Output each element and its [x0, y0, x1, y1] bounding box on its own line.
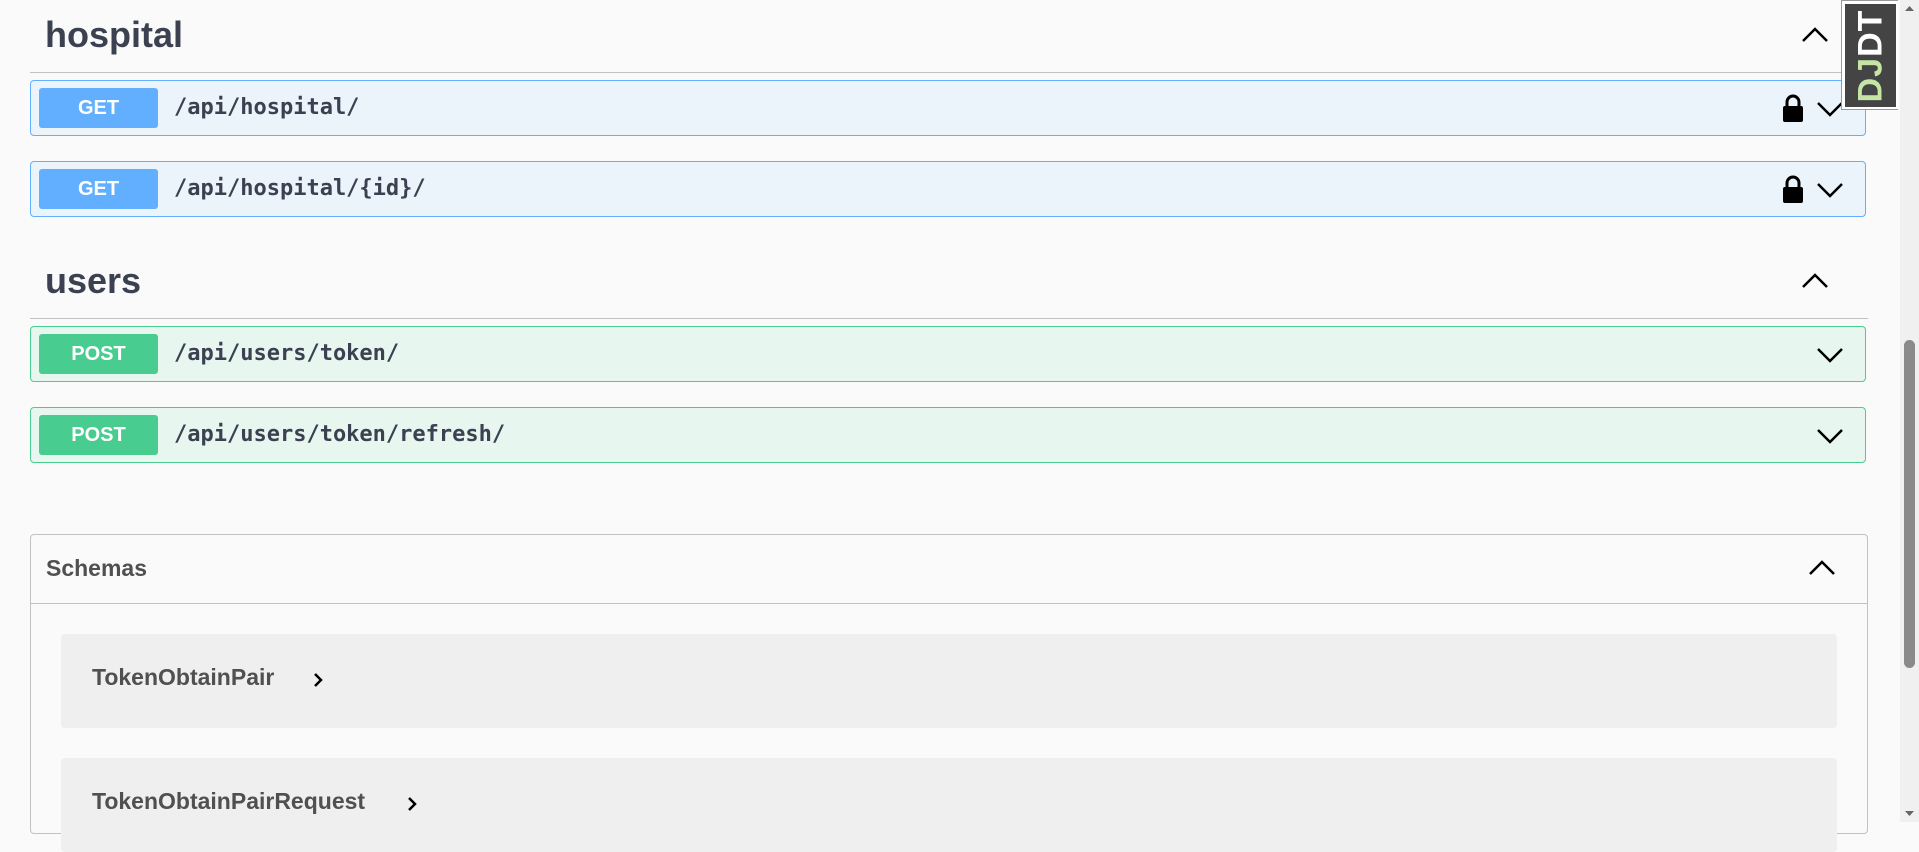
vertical-scrollbar[interactable]	[1900, 0, 1919, 822]
swagger-page: hospital GET /api/hospital/ GET /api/hos…	[0, 0, 1900, 852]
lock-icon[interactable]	[1781, 174, 1805, 204]
chevron-up-icon[interactable]	[1807, 557, 1837, 577]
operation-path: /api/hospital/	[174, 95, 360, 120]
schema-model-name: TokenObtainPairRequest	[92, 788, 366, 814]
operation-get-hospital-detail[interactable]: GET /api/hospital/{id}/	[30, 161, 1866, 217]
scroll-up-arrow-icon[interactable]	[1900, 0, 1919, 17]
chevron-up-icon[interactable]	[1800, 24, 1830, 44]
schemas-header[interactable]: Schemas	[31, 535, 1867, 604]
chevron-down-icon[interactable]	[1815, 425, 1845, 445]
tag-section-users: users POST /api/users/token/ POST /api/u…	[30, 246, 1868, 463]
chevron-down-icon[interactable]	[1815, 179, 1845, 199]
schema-model[interactable]: TokenObtainPairRequest	[61, 758, 1837, 852]
schema-model-name: TokenObtainPair	[92, 664, 275, 690]
method-badge: POST	[39, 415, 158, 455]
operation-path: /api/hospital/{id}/	[174, 176, 426, 201]
debug-toolbar-handle[interactable]: DJDT	[1841, 0, 1898, 110]
operation-post-users-token[interactable]: POST /api/users/token/	[30, 326, 1866, 382]
operation-path: /api/users/token/	[174, 341, 400, 366]
chevron-right-icon[interactable]	[311, 670, 325, 690]
schemas-section: Schemas TokenObtainPair TokenObtainPairR…	[30, 534, 1868, 852]
debug-toolbar-label: DJDT	[1851, 9, 1889, 102]
method-badge: GET	[39, 88, 158, 128]
schema-model[interactable]: TokenObtainPair	[61, 634, 1837, 728]
operation-post-users-token-refresh[interactable]: POST /api/users/token/refresh/	[30, 407, 1866, 463]
method-badge: POST	[39, 334, 158, 374]
chevron-up-icon[interactable]	[1800, 270, 1830, 290]
tag-header-hospital[interactable]: hospital	[30, 0, 1868, 73]
chevron-down-icon[interactable]	[1815, 344, 1845, 364]
tag-section-hospital: hospital GET /api/hospital/ GET /api/hos…	[30, 0, 1868, 217]
tag-title: hospital	[45, 14, 184, 55]
scrollbar-thumb[interactable]	[1904, 340, 1915, 668]
lock-icon[interactable]	[1781, 93, 1805, 123]
scroll-down-arrow-icon[interactable]	[1900, 805, 1919, 822]
operation-path: /api/users/token/refresh/	[174, 422, 506, 447]
method-badge: GET	[39, 169, 158, 209]
operation-get-hospital-list[interactable]: GET /api/hospital/	[30, 80, 1866, 136]
schemas-title: Schemas	[46, 555, 148, 581]
debug-toolbar-logo: DJDT	[1845, 4, 1896, 107]
chevron-right-icon[interactable]	[405, 794, 419, 814]
tag-header-users[interactable]: users	[30, 246, 1868, 319]
tag-title: users	[45, 260, 142, 301]
